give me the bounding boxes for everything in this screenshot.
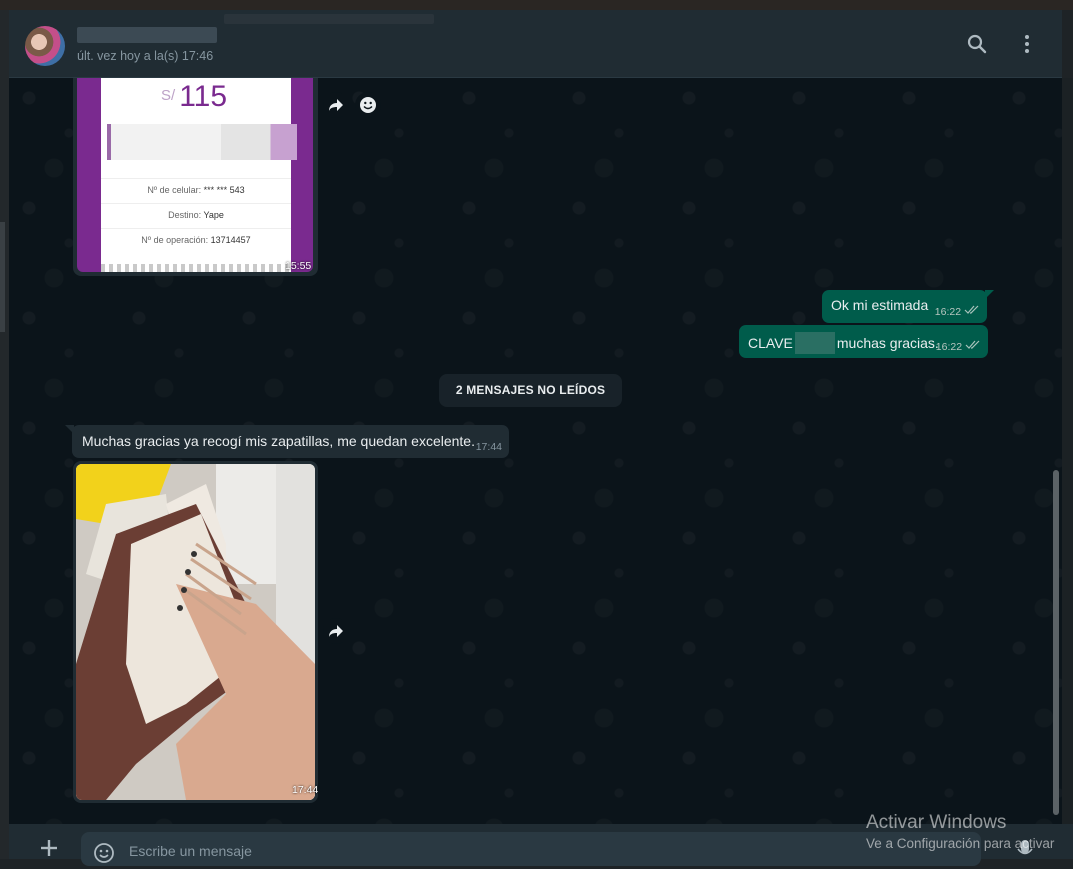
shoe-photo (76, 464, 315, 800)
double-check-icon (965, 340, 980, 349)
double-check-icon (964, 305, 979, 314)
last-seen-status: últ. vez hoy a la(s) 17:46 (77, 49, 214, 63)
message-composer (9, 824, 1073, 866)
receipt-operacion-row: Nº de operación: 13714457 (101, 228, 291, 245)
message-text: Ok mi estimada (831, 297, 929, 313)
message-input[interactable] (127, 842, 831, 860)
photo-message[interactable]: 17:44 (73, 461, 318, 803)
message-text: CLAVE muchas gracias. (748, 332, 939, 354)
message-input-box[interactable] (81, 832, 981, 866)
outgoing-message[interactable]: Ok mi estimada 16:22 (822, 290, 994, 323)
message-text: Muchas gracias ya recogí mis zapatillas,… (82, 433, 475, 449)
receipt-destino-row: Destino: Yape (101, 203, 291, 220)
forward-icon[interactable] (323, 618, 349, 644)
forward-icon[interactable] (323, 92, 349, 118)
contact-name-redacted[interactable] (77, 27, 217, 43)
receipt-time: 15:55 (285, 260, 312, 272)
message-meta: 16:22 (936, 340, 981, 353)
yape-receipt-image: S/115 Nº de celular: *** *** 543 Destino… (77, 78, 313, 272)
attach-plus-icon[interactable] (35, 834, 63, 862)
receipt-phone-row: Nº de celular: *** *** 543 (101, 178, 291, 195)
emoji-reaction-icon[interactable] (355, 92, 381, 118)
contact-avatar[interactable] (25, 26, 65, 66)
message-time: 17:44 (475, 441, 502, 453)
redacted-bar (224, 14, 434, 24)
redacted-code (794, 332, 835, 354)
receipt-redacted-area (107, 124, 297, 160)
message-meta: 16:22 (935, 305, 980, 318)
outgoing-message[interactable]: CLAVE muchas gracias. 16:22 (739, 325, 988, 358)
microphone-icon[interactable] (1015, 838, 1035, 862)
chat-header[interactable]: últ. vez hoy a la(s) 17:46 (9, 10, 1062, 78)
emoji-icon[interactable] (93, 842, 115, 864)
chat-messages-area[interactable]: S/115 Nº de celular: *** *** 543 Destino… (9, 78, 1062, 824)
unread-messages-divider: 2 MENSAJES NO LEÍDOS (439, 374, 622, 407)
scrollbar-thumb[interactable] (1053, 470, 1059, 815)
left-panel-edge (0, 10, 9, 859)
receipt-amount: S/115 (161, 80, 228, 113)
incoming-message[interactable]: Muchas gracias ya recogí mis zapatillas,… (65, 425, 509, 458)
window-top-strip (0, 0, 1073, 10)
receipt-image-message[interactable]: S/115 Nº de celular: *** *** 543 Destino… (73, 78, 318, 276)
search-icon[interactable] (965, 32, 989, 56)
photo-time: 17:44 (292, 784, 318, 796)
scrollbar-track[interactable] (1062, 78, 1073, 824)
more-vertical-icon[interactable] (1015, 32, 1039, 56)
